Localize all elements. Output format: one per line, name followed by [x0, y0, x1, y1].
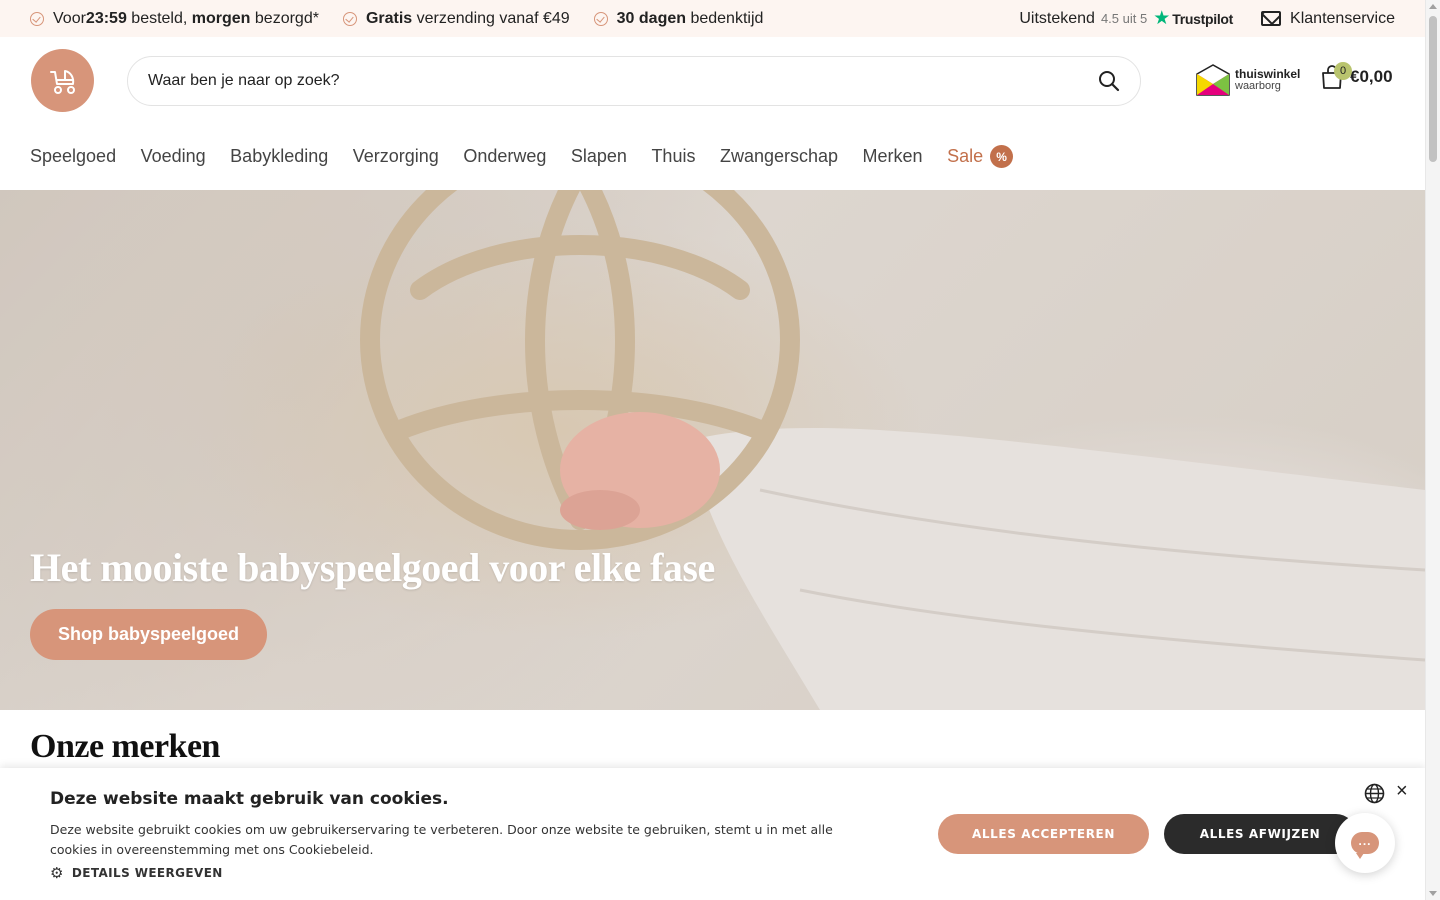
gear-icon: ⚙ [50, 864, 64, 882]
mail-icon [1261, 11, 1282, 26]
trustpilot-logo: Trustpilot [1172, 10, 1234, 27]
page-scrollbar[interactable] [1425, 0, 1440, 900]
hero-banner[interactable]: Het mooiste babyspeelgoed voor elke fase… [0, 190, 1425, 710]
cart-total: €0,00 [1350, 67, 1393, 86]
globe-language-icon[interactable] [1364, 783, 1385, 804]
thuiswinkel-line2: waarborg [1235, 80, 1281, 92]
nav-item-babykleding[interactable]: Babykleding [230, 146, 328, 167]
usp-bold: 23:59 [85, 9, 127, 27]
nav-item-onderweg[interactable]: Onderweg [463, 146, 546, 167]
trustpilot-rating[interactable]: Uitstekend 4.5 uit 5 ★ Trustpilot [1019, 7, 1233, 30]
nav-item-slapen[interactable]: Slapen [571, 146, 627, 167]
check-circle-icon [342, 11, 357, 26]
nav-item-speelgoed[interactable]: Speelgoed [30, 146, 116, 167]
main-nav: Speelgoed Voeding Babykleding Verzorging… [30, 145, 1014, 168]
usp-text: bedenktijd [686, 9, 764, 27]
usp-text: bezorgd* [250, 9, 319, 27]
brands-section-title: Onze merken [30, 728, 220, 765]
search-bar [127, 56, 1141, 106]
search-icon[interactable] [1098, 70, 1120, 92]
cart-button[interactable]: 0 €0,00 [1320, 62, 1393, 90]
cookie-details-label: DETAILS WEERGEVEN [71, 866, 223, 880]
customer-service-link[interactable]: Klantenservice [1261, 10, 1395, 28]
chat-bubble-icon: ... [1351, 832, 1379, 859]
usp-text: besteld, [126, 9, 192, 27]
check-circle-icon [593, 11, 608, 26]
shop-babyspeelgoed-button[interactable]: Shop babyspeelgoed [30, 609, 267, 660]
nav-item-sale[interactable]: Sale % [947, 145, 1014, 168]
customer-service-label: Klantenservice [1290, 9, 1395, 27]
star-icon: ★ [1153, 8, 1171, 29]
thuiswinkel-waarborg-badge[interactable]: thuiswinkel waarborg [1196, 64, 1300, 96]
usp-return: 30 dagen bedenktijd [593, 9, 764, 28]
percent-badge-icon: % [990, 145, 1014, 168]
cookie-banner: Deze website maakt gebruik van cookies. … [0, 768, 1425, 900]
cookie-text: Deze website gebruikt cookies om uw gebr… [50, 822, 833, 857]
sale-label: Sale [947, 146, 984, 166]
cookie-details-toggle[interactable]: ⚙ DETAILS WEERGEVEN [50, 864, 223, 882]
scroll-down-arrow-icon[interactable] [1429, 891, 1437, 896]
search-input[interactable] [148, 72, 1098, 90]
hero-title: Het mooiste babyspeelgoed voor elke fase [30, 545, 715, 590]
usp-bold: Gratis [365, 9, 413, 27]
thuiswinkel-logo-icon [1196, 64, 1230, 96]
nav-item-verzorging[interactable]: Verzorging [353, 146, 439, 167]
stroller-icon [49, 69, 75, 94]
close-icon[interactable]: × [1396, 780, 1408, 803]
scroll-up-arrow-icon[interactable] [1429, 4, 1437, 9]
nav-item-merken[interactable]: Merken [863, 146, 923, 167]
usp-delivery: Voor 23:59 besteld, morgen bezorgd* [30, 10, 319, 28]
check-circle-icon [30, 11, 44, 26]
reject-all-cookies-button[interactable]: ALLES AFWIJZEN [1164, 814, 1356, 854]
usp-bold: 30 dagen [616, 9, 687, 27]
usp-shipping: Gratis verzending vanaf €49 [342, 9, 570, 28]
trustpilot-score: 4.5 uit 5 [1100, 11, 1148, 26]
usp-bold: morgen [191, 9, 251, 27]
usp-text: Voor [53, 9, 86, 27]
scrollbar-thumb[interactable] [1429, 16, 1437, 162]
accept-all-cookies-button[interactable]: ALLES ACCEPTEREN [938, 814, 1149, 854]
usp-bar: Voor 23:59 besteld, morgen bezorgd* Grat… [0, 0, 1425, 37]
cookie-title: Deze website maakt gebruik van cookies. [50, 789, 449, 809]
nav-item-voeding[interactable]: Voeding [141, 146, 206, 167]
nav-item-zwangerschap[interactable]: Zwangerschap [720, 146, 838, 167]
site-logo[interactable] [31, 49, 94, 112]
usp-text: verzending vanaf €49 [412, 9, 570, 27]
cart-count-badge: 0 [1334, 62, 1352, 80]
chat-button[interactable]: ... [1335, 813, 1395, 873]
thuiswinkel-line1: thuiswinkel [1235, 67, 1301, 81]
trustpilot-word: Uitstekend [1019, 9, 1095, 27]
nav-item-thuis[interactable]: Thuis [651, 146, 695, 167]
